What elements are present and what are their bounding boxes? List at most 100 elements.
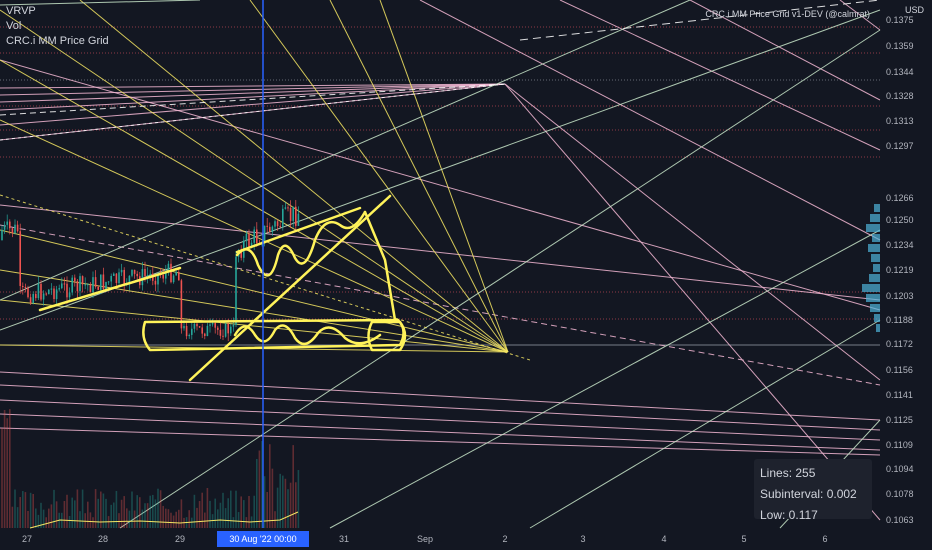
candle-body [185,325,188,337]
volume-bar [6,418,8,528]
candle-body [209,324,211,326]
volume-bar [24,492,27,528]
time-tick: 29 [174,534,186,544]
candle-body [188,334,190,337]
volume-bar [42,509,45,528]
time-tick: 5 [741,534,747,544]
fan-line [0,83,506,126]
candle-body [172,275,175,283]
volume-bar [243,500,245,528]
candle-body [211,322,214,325]
volume-bar [284,478,287,528]
volume-bar [282,475,284,528]
candle-body [27,287,29,298]
volume-bar [245,517,248,528]
candle-body [40,283,42,300]
volume-bar [204,512,206,528]
price-tick: 0.1313 [886,116,914,126]
candle-body [133,269,136,274]
candle-body [178,272,180,281]
volume-bars [1,409,300,529]
info-low: Low: 0.117 [760,508,818,522]
time-tick: 27 [21,534,33,544]
volume-bar [274,511,276,528]
fan-line [0,204,881,301]
volume-bar [110,504,112,528]
candle-body [14,224,16,234]
volume-bar [105,498,107,528]
volume-bar [191,517,193,528]
volume-bar [45,517,47,528]
volume-bar [269,444,271,528]
info-subinterval: Subinterval: 0.002 [760,487,857,501]
time-tick: Sep [416,534,434,544]
trend-line-lower [38,266,182,312]
volume-bar [165,508,167,528]
volume-bar [232,517,235,528]
candle-body [89,284,92,293]
candle-body [81,276,84,285]
volume-bar [263,476,266,528]
candle-body [230,326,232,334]
fan-line [0,371,881,421]
candle-body [50,288,53,290]
candle-body [87,284,89,286]
volume-bar [201,492,203,528]
volume-bar [92,517,94,528]
price-tick: 0.1266 [886,193,914,203]
candle-body [19,231,21,286]
legend-vol[interactable]: Vol [6,19,109,34]
volume-bar [162,505,164,528]
volume-bar [16,507,19,528]
indicator-title: CRC.i MM Price Grid v1-DEV (@calmrat) [705,9,870,19]
price-tick: 0.1078 [886,489,914,499]
candle-body [94,277,97,287]
volume-bar [76,489,79,528]
candle-body [253,229,255,243]
volume-bar [167,509,170,528]
candle-body [245,233,248,241]
time-axis[interactable]: 30 Aug '22 00:00 27 28 29 31 Sep 2 3 4 5 6 [0,528,880,550]
time-tick: 31 [338,534,350,544]
volume-bar [79,511,81,528]
time-tick: 6 [822,534,828,544]
candle-body [131,269,133,276]
volume-bar [154,499,157,528]
volume-profile-bar [872,234,880,242]
candle-body [295,206,297,226]
legend-vrvp[interactable]: VRVP [6,4,109,19]
volume-bar [170,512,172,528]
candle-body [149,273,151,276]
volume-bar [22,491,24,528]
volume-bar [50,504,53,528]
candle-body [118,272,120,284]
volume-bar [123,496,125,528]
volume-bar [297,470,300,528]
candle-body [6,221,8,225]
volume-bar [139,497,141,528]
volume-bar [131,491,133,528]
price-axis[interactable]: 0.1375 0.1359 0.1344 0.1328 0.1313 0.1297 0.12… [880,0,932,528]
volume-profile [862,204,880,332]
price-tick: 0.1328 [886,91,914,101]
candle-body [256,229,258,244]
crosshair-time-label: 30 Aug '22 00:00 [217,531,309,547]
volume-bar [71,497,73,528]
legend-indicator[interactable]: CRC.i MM Price Grid [6,34,109,49]
volume-bar [66,494,68,528]
candle-body [68,292,71,298]
volume-bar [35,508,37,528]
candle-body [71,277,73,293]
candle-body [29,297,32,304]
volume-bar [11,506,14,528]
volume-bar [87,501,89,528]
volume-bar [209,500,211,528]
volume-bar [63,500,66,528]
candle-body [144,269,146,277]
candle-body [113,273,115,276]
candle-body [198,326,201,328]
volume-bar [81,489,84,528]
candle-body [201,327,203,334]
candle-body [63,283,66,285]
time-tick: 28 [97,534,109,544]
